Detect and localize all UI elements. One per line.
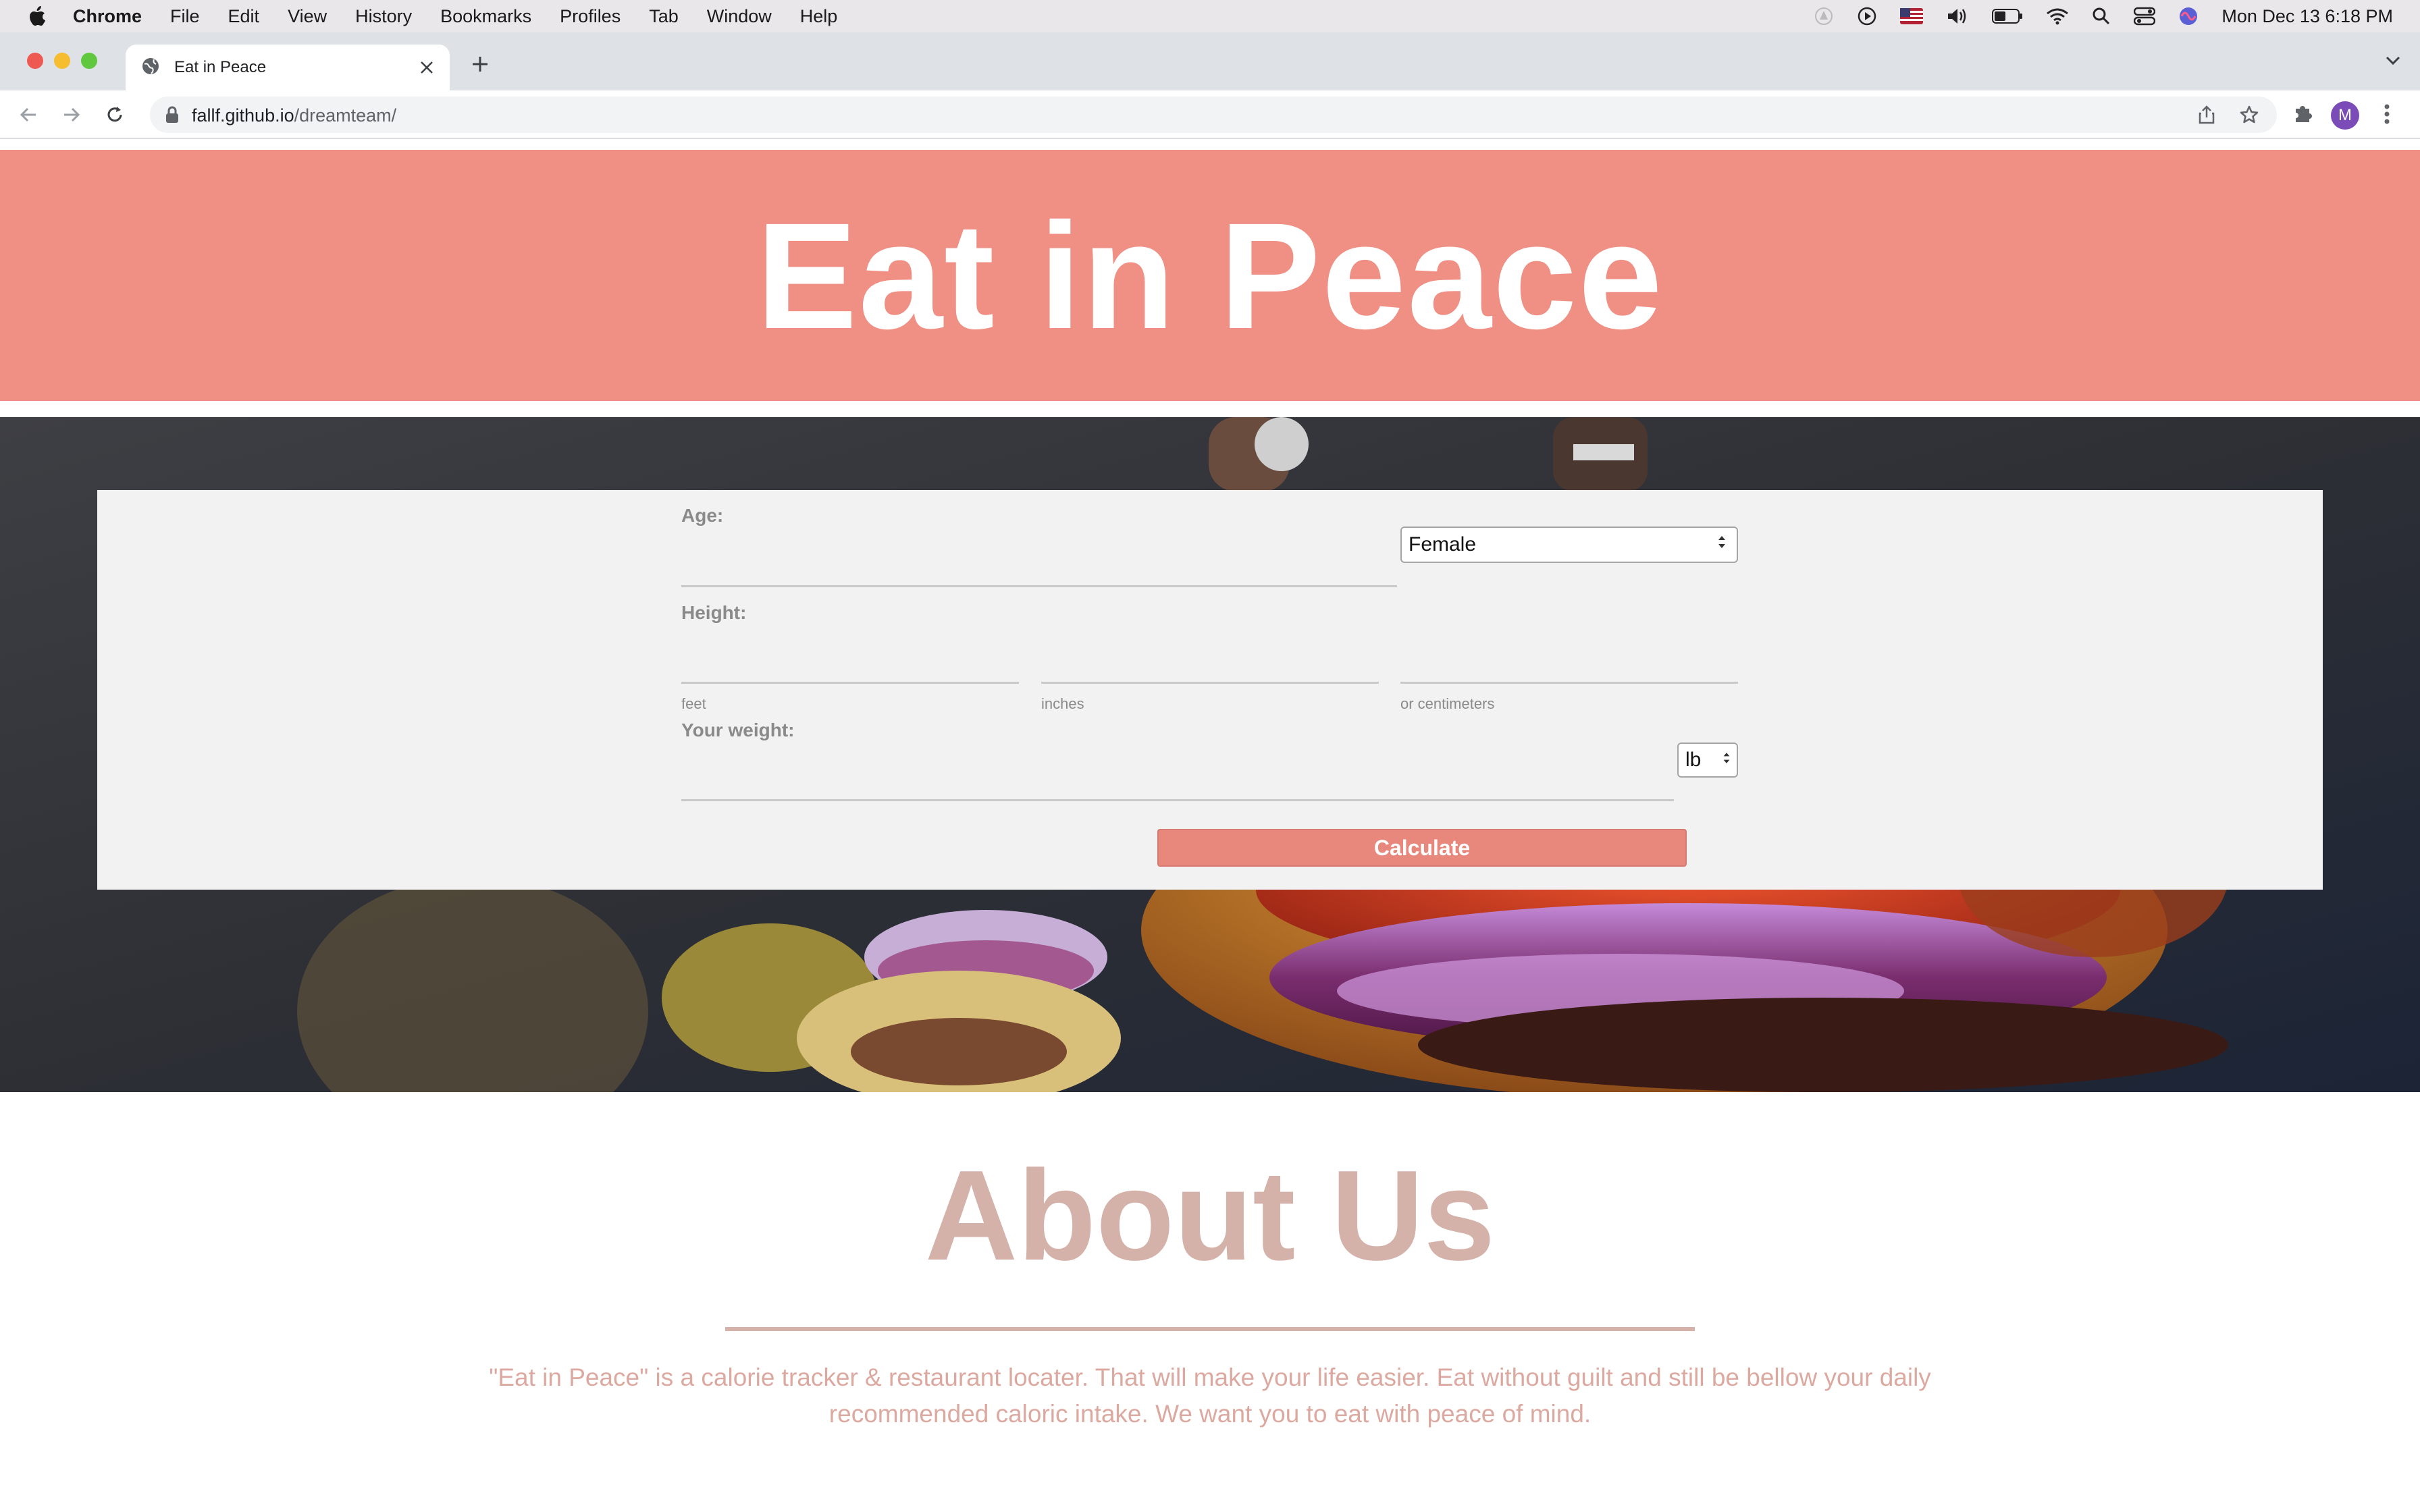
menu-edit[interactable]: Edit <box>228 6 260 27</box>
window-close-button[interactable] <box>27 53 43 69</box>
site-title: Eat in Peace <box>756 192 1664 360</box>
about-description: "Eat in Peace" is a calorie tracker & re… <box>489 1364 1931 1428</box>
tab-close-icon[interactable] <box>417 58 436 77</box>
spotlight-search-icon[interactable] <box>2092 7 2111 26</box>
menu-file[interactable]: File <box>170 6 200 27</box>
siri-icon[interactable] <box>2178 6 2199 26</box>
height-label: Height: <box>681 602 747 623</box>
wifi-icon[interactable] <box>2046 7 2069 25</box>
us-flag-input-icon[interactable] <box>1900 8 1924 24</box>
battery-icon[interactable] <box>1992 8 2023 24</box>
web-page: Eat in Peace Age: Female Height: feet in… <box>0 139 2420 1512</box>
lock-icon[interactable] <box>165 106 180 127</box>
weight-unit-select[interactable]: lb <box>1677 742 1738 778</box>
extensions-puzzle-icon[interactable] <box>2292 102 2315 128</box>
feet-input-underline <box>681 682 1019 684</box>
inches-sublabel: inches <box>1041 695 1084 712</box>
feet-input[interactable] <box>681 639 1019 672</box>
feet-sublabel: feet <box>681 695 706 712</box>
centimeters-input[interactable] <box>1400 639 1738 672</box>
age-input[interactable] <box>681 539 1397 572</box>
url-text[interactable]: fallf.github.io/dreamteam/ <box>192 105 396 126</box>
menu-window[interactable]: Window <box>707 6 772 27</box>
bookmark-star-icon[interactable] <box>2239 105 2259 128</box>
centimeters-sublabel: or centimeters <box>1400 695 1495 712</box>
age-input-underline <box>681 585 1397 587</box>
control-center-icon[interactable] <box>2134 7 2156 26</box>
address-bar[interactable]: fallf.github.io/dreamteam/ <box>150 97 2277 133</box>
reload-icon[interactable] <box>103 103 127 127</box>
sex-select[interactable]: Female <box>1400 526 1738 563</box>
about-divider <box>725 1327 1695 1331</box>
tab-title: Eat in Peace <box>174 58 267 76</box>
menu-app-name[interactable]: Chrome <box>73 6 142 27</box>
volume-icon[interactable] <box>1946 7 1969 26</box>
centimeters-input-underline <box>1400 682 1738 684</box>
calculate-button[interactable]: Calculate <box>1157 829 1687 867</box>
share-icon[interactable] <box>2197 105 2216 128</box>
menu-clock[interactable]: Mon Dec 13 6:18 PM <box>2221 6 2393 27</box>
about-us-heading: About Us <box>924 1144 1496 1287</box>
url-path: /dreamteam/ <box>294 105 397 126</box>
menu-tab[interactable]: Tab <box>649 6 679 27</box>
select-updown-arrows-icon <box>1716 533 1727 556</box>
menu-help[interactable]: Help <box>800 6 838 27</box>
forward-arrow-icon[interactable] <box>59 103 84 127</box>
url-host: fallf.github.io <box>192 105 294 126</box>
hero-banner: Eat in Peace <box>0 150 2420 401</box>
menu-bookmarks[interactable]: Bookmarks <box>440 6 531 27</box>
inches-input-underline <box>1041 682 1379 684</box>
weight-label: Your weight: <box>681 720 795 740</box>
tab-search-chevron-down-icon[interactable] <box>2385 55 2401 70</box>
chrome-menu-kebab-icon[interactable] <box>2382 102 2392 130</box>
sex-select-value: Female <box>1409 533 1477 556</box>
vpn-status-icon[interactable] <box>1814 6 1834 26</box>
menu-history[interactable]: History <box>355 6 412 27</box>
select-updown-arrows-icon <box>1722 749 1731 772</box>
new-tab-plus-icon[interactable] <box>469 53 492 76</box>
weight-input[interactable] <box>681 757 1674 791</box>
inches-input[interactable] <box>1041 639 1379 672</box>
macos-menu-bar: Chrome File Edit View History Bookmarks … <box>0 0 2420 32</box>
tab-eat-in-peace[interactable]: Eat in Peace <box>126 45 450 90</box>
apple-logo-icon[interactable] <box>27 4 47 28</box>
browser-tab-strip: Eat in Peace <box>0 32 2420 90</box>
menu-profiles[interactable]: Profiles <box>560 6 621 27</box>
weight-unit-value: lb <box>1685 749 1702 771</box>
globe-favicon-icon <box>140 56 161 80</box>
media-play-icon[interactable] <box>1857 6 1877 26</box>
weight-input-underline <box>681 799 1674 801</box>
profile-avatar[interactable]: M <box>2331 101 2359 130</box>
menu-view[interactable]: View <box>288 6 327 27</box>
age-label: Age: <box>681 505 724 526</box>
back-arrow-icon[interactable] <box>16 103 41 127</box>
browser-toolbar: fallf.github.io/dreamteam/ M <box>0 90 2420 139</box>
window-zoom-button[interactable] <box>81 53 97 69</box>
window-minimize-button[interactable] <box>54 53 70 69</box>
